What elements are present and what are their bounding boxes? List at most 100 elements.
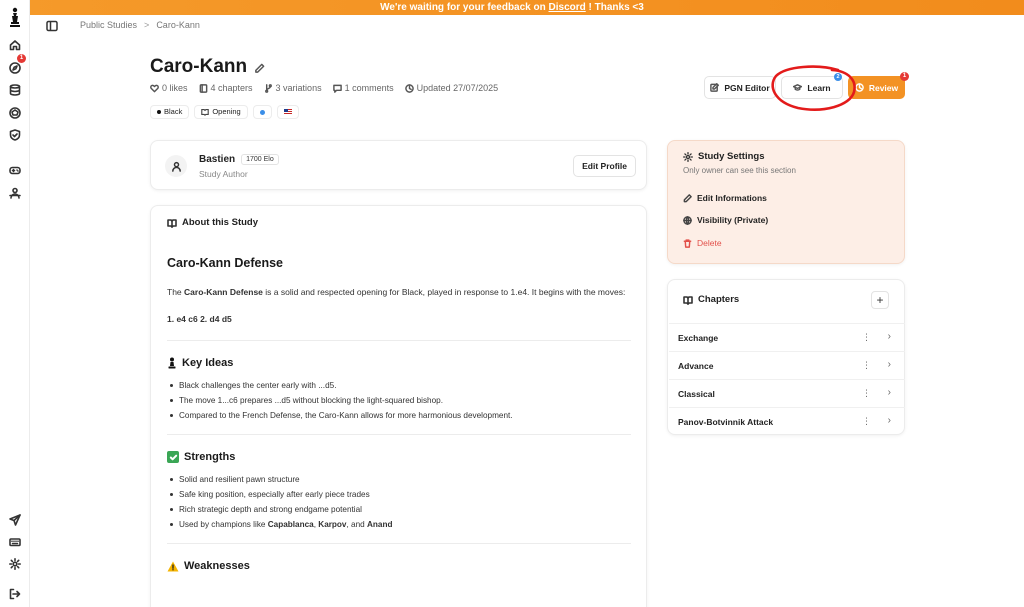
champions-text: Used by champions like: [179, 520, 268, 529]
pgn-editor-label: PGN Editor: [724, 82, 770, 93]
puzzle-icon[interactable]: [8, 106, 22, 120]
shield-icon[interactable]: [8, 128, 22, 142]
breadcrumb-current: Caro-Kann: [156, 20, 200, 30]
key-ideas-list: Black challenges the center early with .…: [167, 378, 631, 423]
chapter-row[interactable]: Panov-Botvinnik Attack ⋮ ›: [669, 407, 905, 435]
tag-color[interactable]: [252, 105, 272, 119]
chapters-meta: 4 chapters: [199, 83, 253, 93]
review-button[interactable]: Review: [848, 76, 905, 99]
settings-icon[interactable]: [8, 557, 22, 571]
champion-name: Capablanca: [267, 520, 314, 529]
strengths-heading: Strengths: [167, 451, 631, 463]
book-open-icon: [683, 295, 693, 305]
champions-sep: , and: [346, 520, 367, 529]
sidebar-toggle-icon[interactable]: [46, 19, 58, 32]
list-item: Rich strategic depth and strong endgame …: [167, 502, 631, 517]
top-bar: Public Studies > Caro-Kann: [31, 15, 1024, 37]
edit-informations-button[interactable]: Edit Informations: [683, 193, 767, 203]
intro-text: The: [167, 287, 185, 297]
list-item: Compared to the French Defense, the Caro…: [167, 408, 631, 423]
compass-icon[interactable]: [8, 61, 22, 75]
variations-meta: 3 variations: [264, 83, 322, 93]
comment-icon: [332, 84, 342, 93]
discord-link[interactable]: Discord: [549, 2, 586, 13]
send-icon[interactable]: [8, 513, 22, 527]
avatar[interactable]: [165, 155, 187, 177]
opening-moves: 1. e4 c6 2. d4 d5: [167, 314, 232, 324]
about-header: About this Study: [167, 217, 258, 228]
author-card: Bastien 1700 Elo Study Author Edit Profi…: [150, 140, 647, 190]
chapters-count: 4 chapters: [210, 83, 253, 93]
visibility-button[interactable]: Visibility (Private): [683, 215, 768, 225]
updated-meta: Updated 27/07/2025: [404, 83, 499, 93]
database-icon[interactable]: [8, 83, 22, 97]
chevron-right-icon[interactable]: ›: [888, 359, 891, 370]
branch-icon: [264, 83, 272, 93]
study-settings-card: Study Settings Only owner can see this s…: [667, 140, 905, 264]
chevron-right-icon[interactable]: ›: [888, 387, 891, 398]
home-icon[interactable]: [8, 38, 22, 52]
chapter-label: Advance: [678, 361, 714, 371]
edit-profile-button[interactable]: Edit Profile: [573, 155, 636, 177]
logout-icon[interactable]: [8, 587, 22, 601]
tag-black[interactable]: Black: [150, 105, 190, 119]
chevron-right-icon[interactable]: ›: [888, 415, 891, 426]
pgn-editor-button[interactable]: PGN Editor: [704, 76, 776, 99]
blue-dot-icon: [259, 109, 265, 115]
visibility-label: Visibility (Private): [697, 215, 769, 225]
graduation-cap-icon: [793, 84, 803, 91]
about-card: About this Study Caro-Kann Defense The C…: [150, 205, 647, 607]
weaknesses-title: Weaknesses: [184, 560, 250, 572]
tag-opening[interactable]: Opening: [194, 105, 248, 119]
key-ideas-title: Key Ideas: [182, 357, 234, 369]
banner-text-end: ! Thanks <3: [585, 2, 644, 13]
pawn-icon: [167, 357, 177, 369]
list-item: Black challenges the center early with .…: [167, 378, 631, 393]
champion-name: Anand: [367, 520, 393, 529]
chess-logo-icon[interactable]: [8, 6, 22, 28]
chapter-label: Classical: [678, 389, 715, 399]
elo-badge: 1700 Elo: [241, 154, 279, 165]
chapter-row[interactable]: Exchange ⋮ ›: [669, 323, 905, 351]
breadcrumb-separator: >: [144, 20, 150, 30]
variations-count: 3 variations: [275, 83, 322, 93]
settings-subtitle: Only owner can see this section: [683, 166, 796, 175]
left-rail: 1: [0, 0, 30, 607]
delete-button[interactable]: Delete: [683, 238, 722, 248]
book-icon: [199, 83, 207, 93]
divider: [167, 434, 631, 435]
learn-button[interactable]: Learn: [781, 76, 843, 99]
comments-count: 1 comments: [344, 83, 394, 93]
us-flag-icon: [283, 109, 292, 115]
chapters-card: Chapters + Exchange ⋮ › Advance ⋮ › Clas…: [667, 279, 905, 435]
tag-language[interactable]: [276, 105, 299, 119]
gamepad-icon[interactable]: [8, 163, 22, 177]
study-tags: Black Opening: [150, 105, 299, 119]
edit-informations-label: Edit Informations: [697, 193, 767, 203]
tag-label: Black: [164, 107, 183, 116]
more-vertical-icon[interactable]: ⋮: [862, 388, 871, 399]
author-name[interactable]: Bastien: [199, 154, 235, 165]
breadcrumb-parent[interactable]: Public Studies: [80, 20, 137, 30]
keyboard-icon[interactable]: [8, 535, 22, 549]
users-icon[interactable]: [8, 186, 22, 200]
strengths-title: Strengths: [184, 451, 236, 463]
about-intro: The Caro-Kann Defense is a solid and res…: [167, 284, 631, 301]
add-chapter-button[interactable]: +: [871, 291, 889, 309]
chapter-label: Exchange: [678, 333, 719, 343]
more-vertical-icon[interactable]: ⋮: [862, 332, 871, 343]
updated-date: Updated 27/07/2025: [416, 83, 499, 93]
more-vertical-icon[interactable]: ⋮: [862, 416, 871, 427]
more-vertical-icon[interactable]: ⋮: [862, 360, 871, 371]
chevron-right-icon[interactable]: ›: [888, 331, 891, 342]
study-meta: 0 likes 4 chapters 3 variations 1 commen…: [150, 83, 498, 93]
edit-title-icon[interactable]: [254, 61, 265, 73]
breadcrumb: Public Studies > Caro-Kann: [80, 20, 200, 30]
chapter-row[interactable]: Classical ⋮ ›: [669, 379, 905, 407]
feedback-banner: We're waiting for your feedback on Disco…: [0, 0, 1024, 15]
chapter-row[interactable]: Advance ⋮ ›: [669, 351, 905, 379]
warning-icon: [167, 561, 179, 572]
likes-meta[interactable]: 0 likes: [150, 83, 188, 93]
gear-icon: [683, 151, 693, 162]
book-open-icon: [167, 218, 177, 228]
